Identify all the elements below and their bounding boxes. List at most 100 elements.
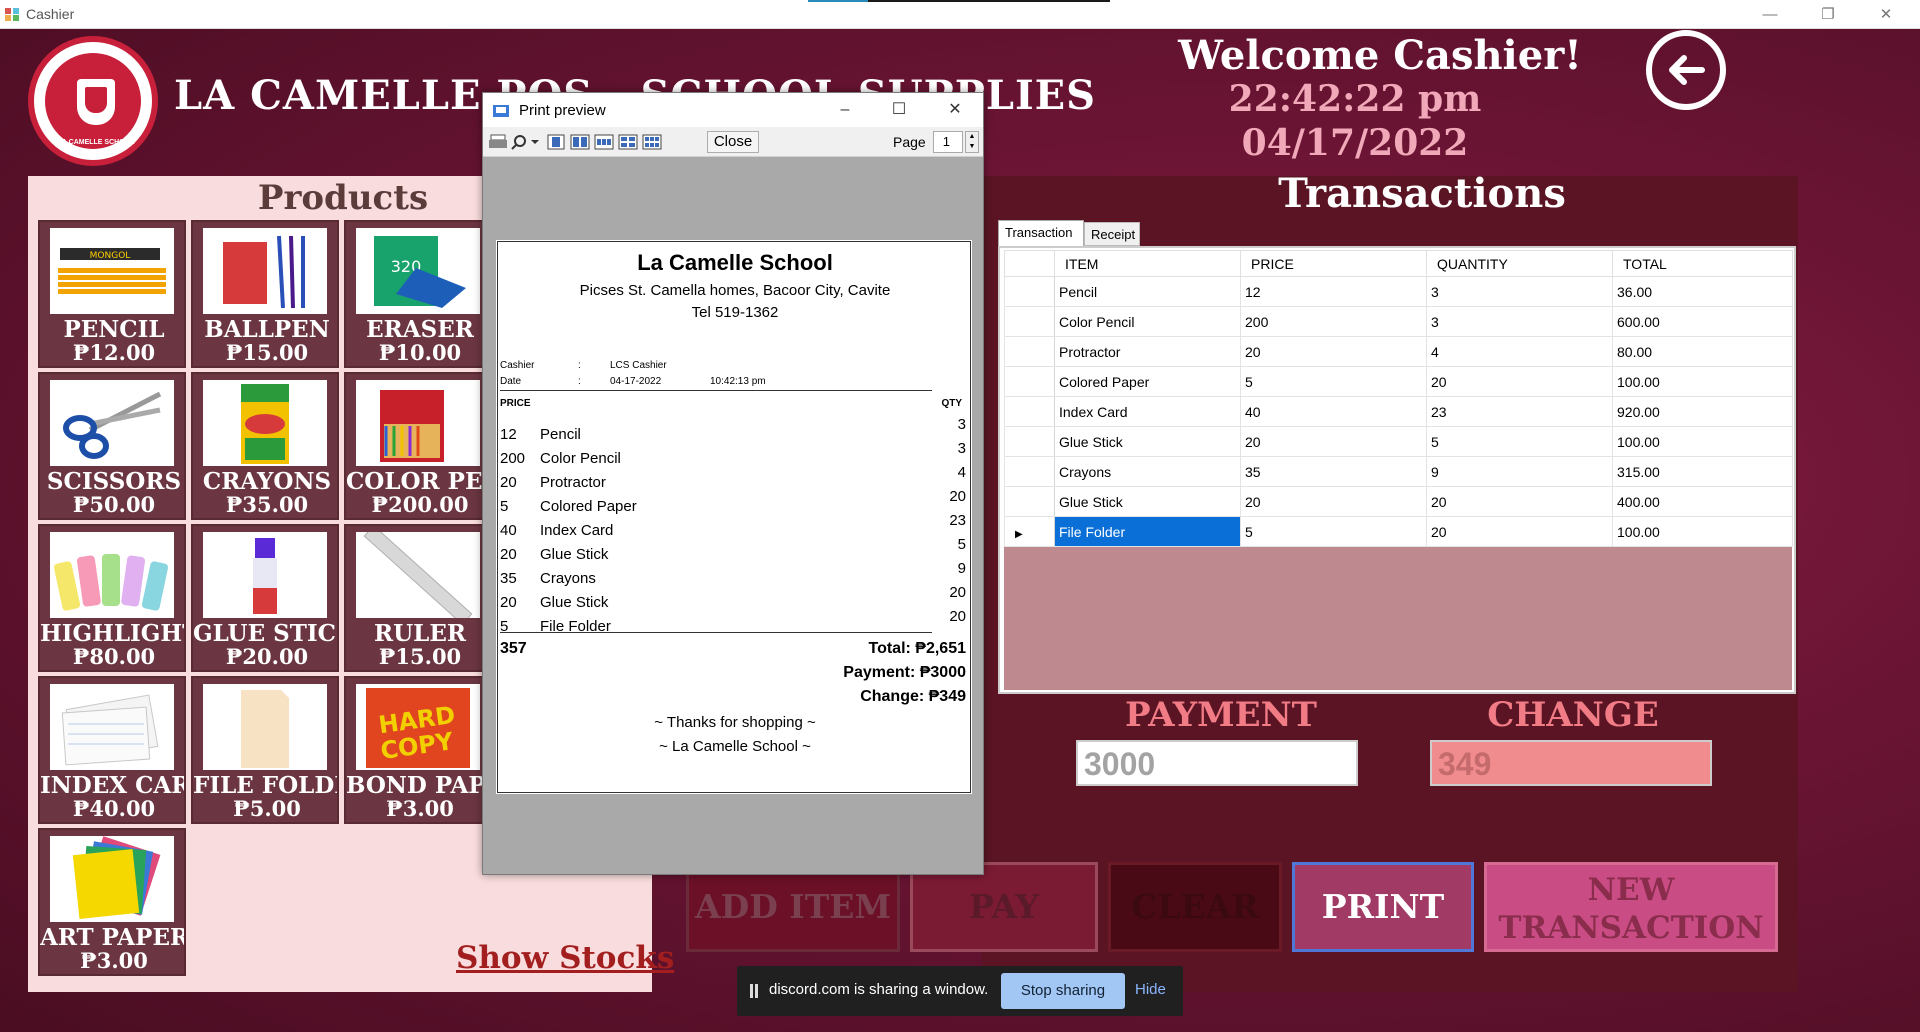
two-pages-icon[interactable] [569,133,591,151]
product-tile-ballpen[interactable]: BALLPEN ₱15.00 [191,220,339,368]
cell-total[interactable]: 400.00 [1612,486,1793,517]
tab-transaction[interactable]: Transaction [998,220,1084,246]
row-header[interactable] [1004,396,1055,427]
hide-notification-button[interactable]: Hide [1135,981,1166,998]
cell-total[interactable]: 600.00 [1612,306,1793,337]
cell-item[interactable]: Pencil [1054,276,1241,307]
table-row[interactable]: Glue Stick 20 20 400.00 [1004,486,1793,517]
row-header[interactable] [1004,276,1055,307]
cell-item[interactable]: Index Card [1054,396,1241,427]
zoom-icon[interactable] [511,133,541,151]
cell-quantity[interactable]: 23 [1426,396,1613,427]
table-row[interactable]: Crayons 35 9 315.00 [1004,456,1793,487]
product-tile-art-paper[interactable]: ART PAPER ₱3.00 [38,828,186,976]
cell-item[interactable]: File Folder [1054,516,1241,547]
row-header[interactable] [1004,336,1055,367]
table-row[interactable]: Glue Stick 20 5 100.00 [1004,426,1793,457]
six-pages-icon[interactable] [641,133,663,151]
cell-total[interactable]: 920.00 [1612,396,1793,427]
cell-item[interactable]: Glue Stick [1054,486,1241,517]
cell-item[interactable]: Colored Paper [1054,366,1241,397]
product-tile-highlighter[interactable]: HIGHLIGHTER ₱80.00 [38,524,186,672]
cell-total[interactable]: 36.00 [1612,276,1793,307]
row-header[interactable] [1004,366,1055,397]
dialog-close-button[interactable]: ✕ [935,97,975,123]
column-header-price[interactable]: PRICE [1240,250,1427,277]
cell-item[interactable]: Color Pencil [1054,306,1241,337]
cell-total[interactable]: 100.00 [1612,366,1793,397]
row-header[interactable] [1004,426,1055,457]
back-button[interactable] [1646,30,1726,110]
cell-item[interactable]: Glue Stick [1054,426,1241,457]
page-number-input[interactable]: 1 [933,131,963,153]
product-tile-file-folder[interactable]: FILE FOLDER ₱5.00 [191,676,339,824]
maximize-button[interactable]: ❐ [1800,0,1856,29]
cell-price[interactable]: 20 [1240,336,1427,367]
product-tile-ruler[interactable]: RULER ₱15.00 [344,524,492,672]
clear-button[interactable]: CLEAR [1108,862,1282,952]
page-spinner[interactable]: ▲ ▼ [965,131,979,153]
table-row[interactable]: Index Card 40 23 920.00 [1004,396,1793,427]
spin-up-icon[interactable]: ▲ [966,132,978,142]
cell-total[interactable]: 80.00 [1612,336,1793,367]
cell-total[interactable]: 100.00 [1612,426,1793,457]
product-tile-crayons[interactable]: CRAYONS ₱35.00 [191,372,339,520]
cell-quantity[interactable]: 20 [1426,486,1613,517]
product-tile-pencil[interactable]: MONGOL PENCIL ₱12.00 [38,220,186,368]
cell-item[interactable]: Protractor [1054,336,1241,367]
cell-quantity[interactable]: 3 [1426,276,1613,307]
minimize-button[interactable]: — [1742,0,1798,29]
table-row-selected[interactable]: ▶ File Folder 5 20 100.00 [1004,516,1793,547]
table-row[interactable]: Protractor 20 4 80.00 [1004,336,1793,367]
cell-total[interactable]: 315.00 [1612,456,1793,487]
pay-button[interactable]: PAY [910,862,1098,952]
row-header[interactable] [1004,306,1055,337]
product-tile-glue-stick[interactable]: GLUE STICK ₱20.00 [191,524,339,672]
new-transaction-button[interactable]: NEW TRANSACTION [1484,862,1778,952]
cell-price[interactable]: 5 [1240,516,1427,547]
cell-total[interactable]: 100.00 [1612,516,1793,547]
cell-quantity[interactable]: 9 [1426,456,1613,487]
cell-quantity[interactable]: 4 [1426,336,1613,367]
close-window-button[interactable]: ✕ [1858,0,1914,29]
stop-sharing-button[interactable]: Stop sharing [1001,973,1125,1009]
show-stocks-link[interactable]: Show Stocks [456,940,674,976]
cell-price[interactable]: 5 [1240,366,1427,397]
table-row[interactable]: Color Pencil 200 3 600.00 [1004,306,1793,337]
dialog-maximize-button[interactable]: ☐ [879,97,919,123]
table-row[interactable]: Pencil 12 3 36.00 [1004,276,1793,307]
column-header-quantity[interactable]: QUANTITY [1426,250,1613,277]
printer-icon[interactable] [487,133,509,151]
row-header[interactable] [1004,456,1055,487]
cell-quantity[interactable]: 20 [1426,516,1613,547]
three-pages-icon[interactable] [593,133,615,151]
four-pages-icon[interactable] [617,133,639,151]
cell-item[interactable]: Crayons [1054,456,1241,487]
one-page-icon[interactable] [545,133,567,151]
product-tile-index-card[interactable]: INDEX CARD ₱40.00 [38,676,186,824]
add-item-button[interactable]: ADD ITEM [686,862,900,952]
cell-quantity[interactable]: 20 [1426,366,1613,397]
print-button[interactable]: PRINT [1292,862,1474,952]
cell-price[interactable]: 12 [1240,276,1427,307]
table-row[interactable]: Colored Paper 5 20 100.00 [1004,366,1793,397]
cell-price[interactable]: 20 [1240,426,1427,457]
row-header[interactable]: ▶ [1004,516,1055,547]
spin-down-icon[interactable]: ▼ [966,142,978,152]
product-tile-bond-paper[interactable]: HARDCOPY BOND PAPER ₱3.00 [344,676,492,824]
product-tile-eraser[interactable]: 320 ERASER ₱10.00 [344,220,492,368]
dialog-minimize-button[interactable]: – [825,97,865,123]
cell-quantity[interactable]: 3 [1426,306,1613,337]
cell-price[interactable]: 20 [1240,486,1427,517]
product-tile-scissors[interactable]: SCISSORS ₱50.00 [38,372,186,520]
column-header-item[interactable]: ITEM [1054,250,1241,277]
cell-price[interactable]: 40 [1240,396,1427,427]
cell-price[interactable]: 200 [1240,306,1427,337]
cell-price[interactable]: 35 [1240,456,1427,487]
row-header[interactable] [1004,486,1055,517]
product-tile-color-pencil[interactable]: COLOR PENCIL ₱200.00 [344,372,492,520]
cell-quantity[interactable]: 5 [1426,426,1613,457]
payment-input[interactable]: 3000 [1076,740,1358,786]
tab-receipt[interactable]: Receipt [1084,222,1140,246]
preview-close-button[interactable]: Close [707,131,759,153]
